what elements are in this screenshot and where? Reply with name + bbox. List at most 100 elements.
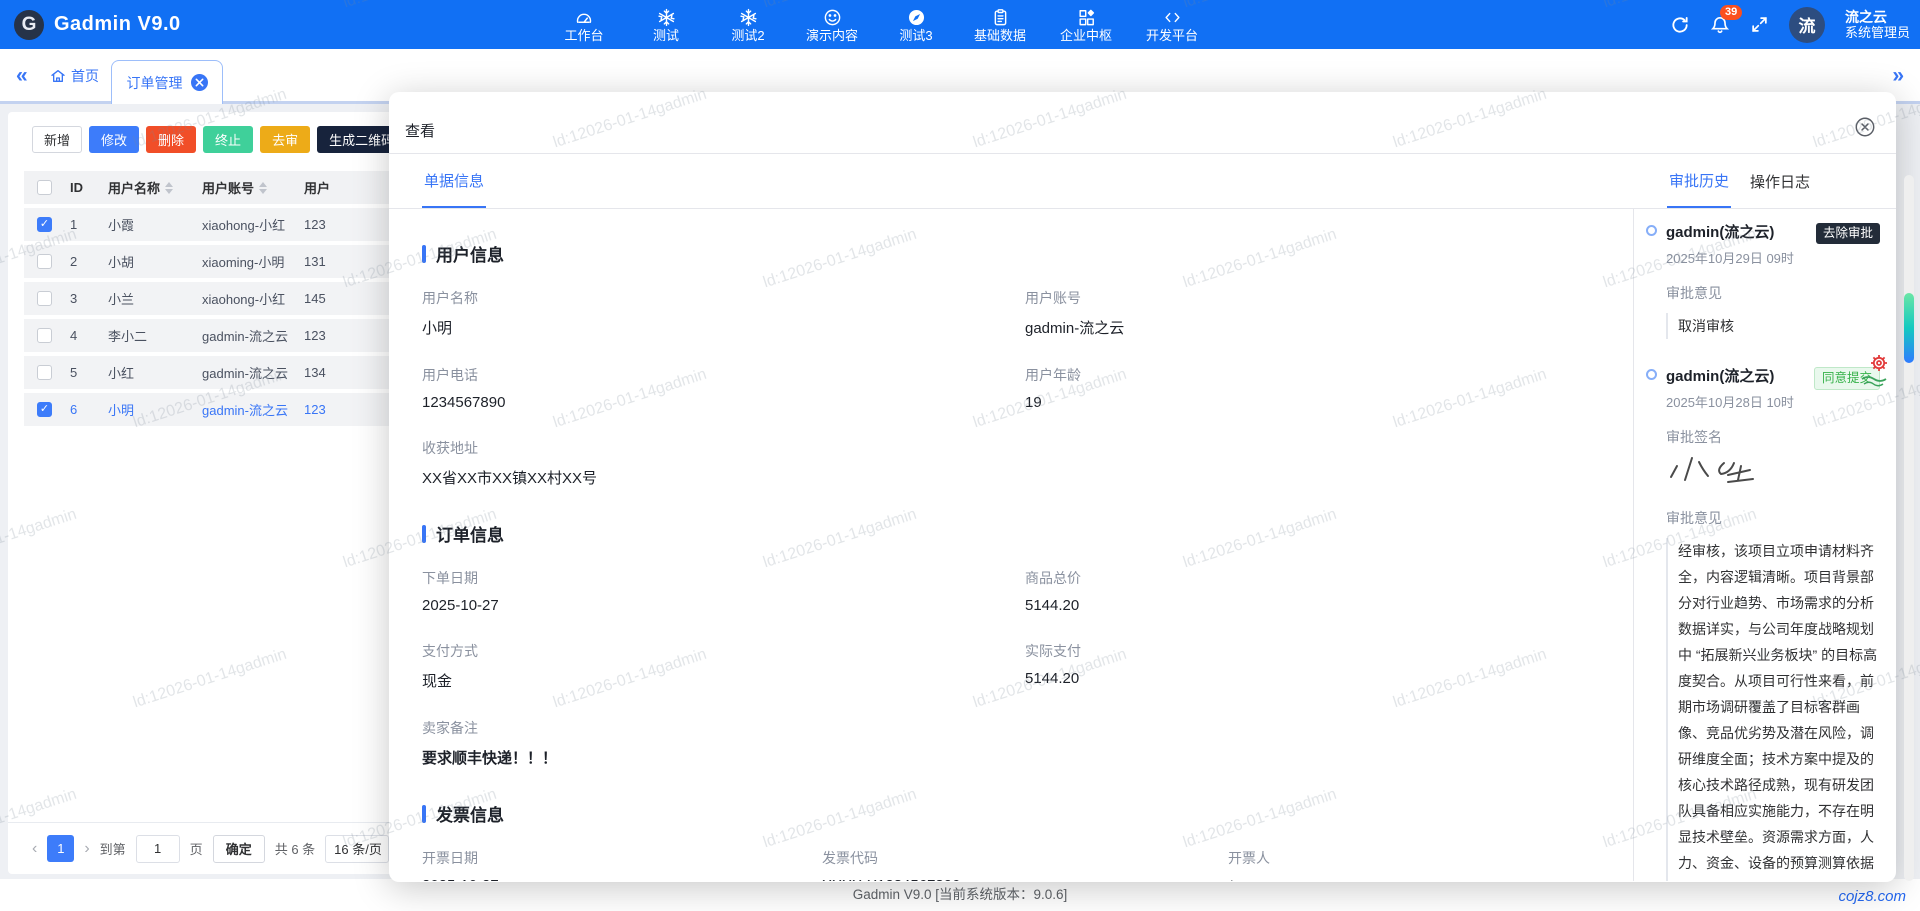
default-action-button[interactable]: 新增 xyxy=(32,126,82,153)
detail-field: 用户电话1234567890 xyxy=(422,365,1025,411)
section-accent-bar xyxy=(422,805,426,823)
field-label: 商品总价 xyxy=(1025,568,1593,588)
section-accent-bar xyxy=(422,245,426,263)
sort-carets-icon[interactable] xyxy=(165,182,173,194)
select-all-checkbox[interactable] xyxy=(37,180,52,195)
collapse-tabs-left-icon[interactable]: « xyxy=(16,63,28,89)
total-count-label: 共 6 条 xyxy=(275,839,315,858)
field-value: 2025-10-27 xyxy=(422,877,822,881)
tab-operation-log[interactable]: 操作日志 xyxy=(1748,154,1812,208)
nav-item-6[interactable]: 基础数据 xyxy=(974,7,1026,43)
nav-item-3[interactable]: 测试2 xyxy=(724,7,772,43)
row-checkbox[interactable]: ✓ xyxy=(37,402,52,417)
row-checkbox[interactable] xyxy=(37,328,52,343)
page-size-select[interactable]: 16 条/页 xyxy=(325,835,389,863)
nav-item-8[interactable]: 开发平台 xyxy=(1146,7,1198,43)
nav-item-1[interactable]: 工作台 xyxy=(560,7,608,43)
top-nav-menu: 工作台测试测试2 演示内容测试3 基础数据 企业中枢 开发平台 xyxy=(560,0,1198,49)
column-header-username[interactable]: 用户名称 xyxy=(108,178,202,197)
field-grid: 用户名称小明用户账号gadmin-流之云用户电话1234567890用户年龄19… xyxy=(422,288,1593,515)
blocks-icon xyxy=(1077,7,1096,27)
field-label: 收获地址 xyxy=(422,438,1593,458)
scrollbar-thumb[interactable] xyxy=(1904,293,1914,363)
detail-field: 下单日期2025-10-27 xyxy=(422,568,1025,614)
tab-close-icon[interactable] xyxy=(191,74,208,91)
signature-image xyxy=(1668,453,1880,492)
column-header-account[interactable]: 用户账号 xyxy=(202,178,304,197)
column-header-id[interactable]: ID xyxy=(70,180,108,195)
nav-item-label: 开发平台 xyxy=(1146,28,1198,43)
prev-page-icon[interactable]: ‹ xyxy=(32,840,37,858)
tab-home-label: 首页 xyxy=(71,66,99,86)
danger-action-button[interactable]: 删除 xyxy=(146,126,196,153)
tab-document-info[interactable]: 单据信息 xyxy=(422,154,486,208)
tab-label: 订单管理 xyxy=(127,73,183,93)
drawer-tabs-row: 单据信息 审批历史操作日志 xyxy=(389,154,1896,209)
approval-block-label: 审批意见 xyxy=(1666,508,1880,528)
close-icon[interactable] xyxy=(1854,116,1876,138)
field-label: 下单日期 xyxy=(422,568,1025,588)
nav-item-2[interactable]: 测试 xyxy=(642,7,690,43)
confirm-page-button[interactable]: 确定 xyxy=(213,835,265,863)
cell-username: 小兰 xyxy=(108,289,202,308)
primary-action-button[interactable]: 修改 xyxy=(89,126,139,153)
cell-account: gadmin-流之云 xyxy=(202,326,304,345)
compass-icon xyxy=(907,7,926,27)
user-meta[interactable]: 流之云 系统管理员 xyxy=(1845,9,1910,41)
detail-field: 卖家备注要求顺丰快递！！！ xyxy=(422,718,1593,768)
approval-item: gadmin(流之云)同意提交2025年10月28日 10时审批签名审批意见经审… xyxy=(1646,365,1880,881)
scrollbar-track[interactable] xyxy=(1904,175,1914,881)
section-title: 发票信息 xyxy=(422,801,1593,826)
success-action-button[interactable]: 终止 xyxy=(203,126,253,153)
detail-field: 收获地址XX省XX市XX镇XX村XX号 xyxy=(422,438,1593,488)
approval-time: 2025年10月28日 10时 xyxy=(1666,392,1880,411)
row-checkbox[interactable] xyxy=(37,365,52,380)
collapse-tabs-right-icon[interactable]: » xyxy=(1892,63,1904,89)
field-value: 5144.20 xyxy=(1025,597,1593,614)
snowflake-icon xyxy=(739,7,758,27)
field-value: 19 xyxy=(1025,394,1593,411)
drawer-body: 用户信息用户名称小明用户账号gadmin-流之云用户电话1234567890用户… xyxy=(389,209,1896,881)
approval-opinion-text: 取消审核 xyxy=(1666,313,1880,339)
tab-home[interactable]: 首页 xyxy=(50,66,99,86)
drawer-title: 查看 xyxy=(405,120,435,141)
cell-id: 1 xyxy=(70,217,108,232)
view-order-drawer: 查看 单据信息 审批历史操作日志 用户信息用户名称小明用户账号gadmin-流之… xyxy=(389,92,1896,882)
goto-page-input[interactable] xyxy=(136,835,180,863)
brand-logo-icon: G xyxy=(14,10,44,40)
warning-action-button[interactable]: 去审 xyxy=(260,126,310,153)
next-page-icon[interactable]: › xyxy=(84,840,89,858)
page-number-button[interactable]: 1 xyxy=(47,835,74,862)
row-checkbox[interactable]: ✓ xyxy=(37,217,52,232)
row-checkbox[interactable] xyxy=(37,291,52,306)
app-root: G Gadmin V9.0 工作台测试测试2 演示内容测试3 基础数据 企业中枢 开发平… xyxy=(0,0,1920,911)
page-footer: Gadmin V9.0 [当前系统版本：9.0.6] cojz8.com xyxy=(0,879,1920,911)
field-label: 开票日期 xyxy=(422,848,822,868)
nav-item-label: 基础数据 xyxy=(974,28,1026,43)
tab-order-management[interactable]: 订单管理 xyxy=(111,60,223,104)
nav-item-label: 企业中枢 xyxy=(1060,28,1112,43)
detail-field: 商品总价 5144.20 xyxy=(1025,568,1593,614)
sort-carets-icon[interactable] xyxy=(259,182,267,194)
user-role: 系统管理员 xyxy=(1845,25,1910,41)
nav-item-7[interactable]: 企业中枢 xyxy=(1060,7,1112,43)
detail-field: 用户年龄19 xyxy=(1025,365,1593,411)
nav-item-5[interactable]: 测试3 xyxy=(892,7,940,43)
field-label: 实际支付 xyxy=(1025,641,1593,661)
notifications-bell-icon[interactable]: 39 xyxy=(1710,14,1730,35)
tab-approval-history[interactable]: 审批历史 xyxy=(1667,154,1731,208)
row-checkbox[interactable] xyxy=(37,254,52,269)
fullscreen-icon[interactable] xyxy=(1750,15,1769,34)
field-label: 用户名称 xyxy=(422,288,1025,308)
field-label: 支付方式 xyxy=(422,641,1025,661)
cell-username: 小红 xyxy=(108,363,202,382)
cell-username: 小霞 xyxy=(108,215,202,234)
brand[interactable]: G Gadmin V9.0 xyxy=(14,10,181,40)
user-avatar[interactable]: 流 xyxy=(1789,7,1825,43)
cell-id: 3 xyxy=(70,291,108,306)
page-unit-label: 页 xyxy=(190,839,203,858)
approval-tabs: 审批历史操作日志 xyxy=(1667,154,1812,208)
refresh-icon[interactable] xyxy=(1670,15,1690,35)
cell-account: xiaoming-小明 xyxy=(202,252,304,271)
nav-item-4[interactable]: 演示内容 xyxy=(806,7,858,43)
